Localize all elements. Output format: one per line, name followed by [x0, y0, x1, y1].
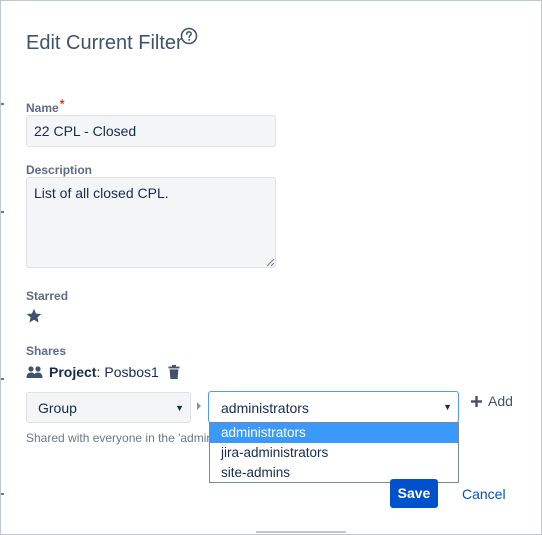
name-label: Name*	[26, 97, 64, 115]
add-share-button[interactable]: Add	[471, 393, 513, 409]
edge-mark	[1, 103, 4, 105]
edge-mark	[1, 493, 4, 495]
edit-filter-dialog: Edit Current Filter Name* Description St…	[0, 0, 542, 535]
cancel-link[interactable]: Cancel	[462, 486, 506, 502]
share-type-select-value: Group	[38, 400, 77, 416]
edge-mark	[1, 378, 4, 380]
dropdown-option[interactable]: jira-administrators	[210, 443, 458, 463]
filter-description-textarea[interactable]	[26, 177, 276, 268]
name-label-text: Name	[26, 101, 59, 115]
group-select-value: administrators	[221, 400, 309, 416]
caret-down-icon: ▼	[443, 402, 452, 412]
share-separator: :	[96, 364, 101, 380]
share-entry: Project: Posbos1	[26, 363, 180, 381]
save-button[interactable]: Save	[390, 479, 438, 508]
group-icon	[26, 366, 43, 378]
edge-mark	[1, 211, 4, 213]
share-type-select[interactable]: Group ▼	[26, 392, 191, 423]
shares-label: Shares	[26, 344, 67, 358]
star-icon[interactable]	[26, 308, 42, 324]
share-type-label: Project	[49, 364, 97, 380]
group-dropdown-list: administrators jira-administrators site-…	[209, 422, 459, 483]
footer-divider	[256, 531, 346, 533]
add-share-label: Add	[488, 393, 513, 409]
description-label: Description	[26, 163, 93, 177]
dropdown-option[interactable]: administrators	[210, 423, 458, 443]
filter-name-input[interactable]	[26, 115, 276, 147]
share-name: Posbos1	[104, 364, 159, 380]
arrow-right-icon	[197, 402, 201, 410]
resize-grip-icon[interactable]	[265, 257, 275, 267]
starred-label: Starred	[26, 289, 69, 303]
share-hint-text: Shared with everyone in the 'admin	[26, 431, 214, 445]
dialog-title: Edit Current Filter	[26, 32, 183, 54]
plus-icon	[471, 395, 482, 407]
required-marker: *	[59, 97, 65, 111]
help-icon[interactable]	[180, 27, 198, 45]
trash-icon[interactable]	[168, 365, 180, 379]
caret-down-icon: ▼	[175, 403, 184, 413]
group-select[interactable]: administrators ▼	[208, 391, 459, 423]
